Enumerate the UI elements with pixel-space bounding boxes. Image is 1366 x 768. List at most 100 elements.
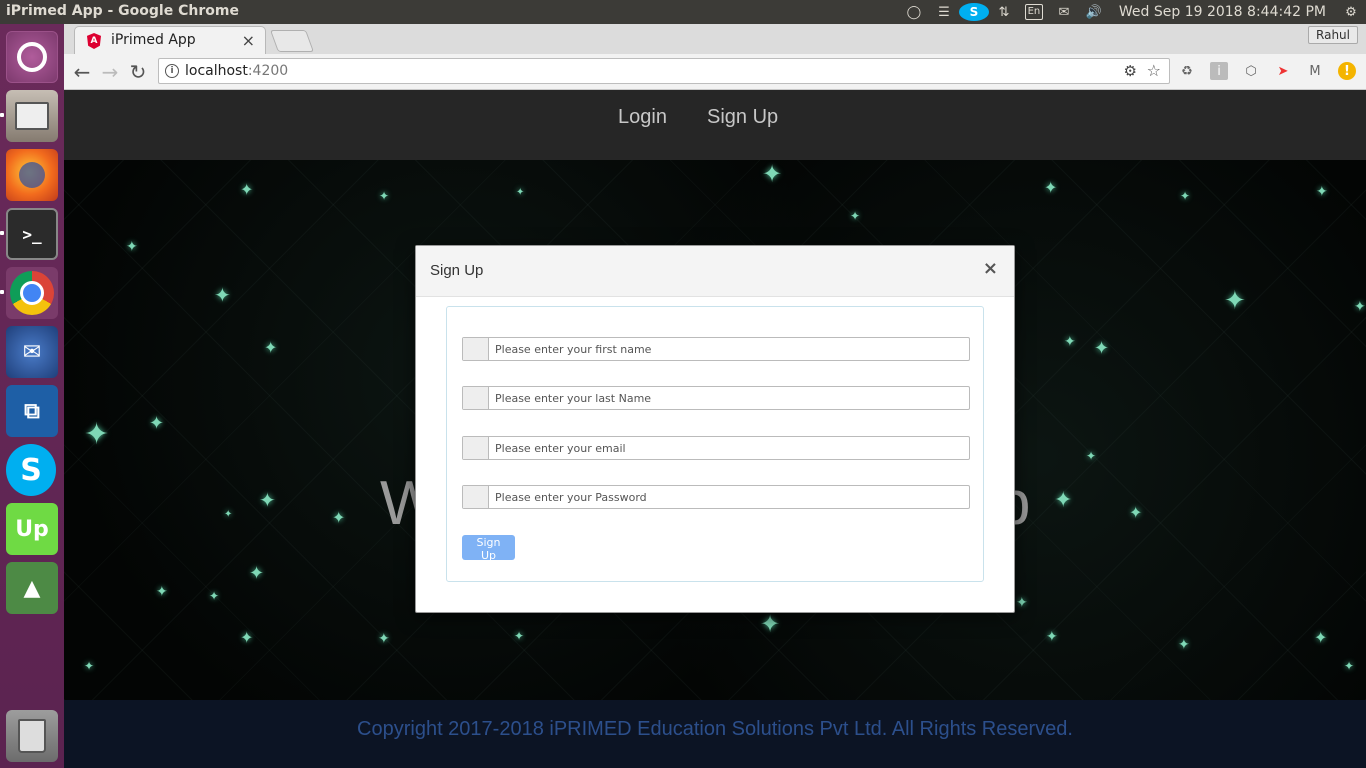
close-icon[interactable]: × xyxy=(983,258,998,279)
tab-title: iPrimed App xyxy=(111,32,196,48)
url-host: localhost xyxy=(185,63,248,79)
star-icon: ✦ xyxy=(214,283,231,307)
firefox-icon[interactable] xyxy=(6,149,58,201)
hexagon-extension-icon[interactable]: ⬡ xyxy=(1242,62,1260,80)
clock[interactable]: Wed Sep 19 2018 8:44:42 PM xyxy=(1109,0,1336,24)
star-icon: ✦ xyxy=(332,508,346,527)
keyboard-layout-indicator[interactable]: En xyxy=(1019,0,1049,24)
reload-icon[interactable]: ↻ xyxy=(126,60,150,84)
input-addon xyxy=(463,338,489,360)
star-icon: ✦ xyxy=(516,187,525,198)
star-icon: ✦ xyxy=(514,629,525,643)
new-tab-button[interactable] xyxy=(269,30,315,52)
settings-gear-icon[interactable]: ⚙ xyxy=(1336,0,1366,24)
tab-close-icon[interactable]: × xyxy=(242,31,255,50)
info-extension-icon[interactable]: i xyxy=(1210,62,1228,80)
address-bar[interactable]: i localhost:4200 ⚙ ☆ xyxy=(158,58,1170,84)
browser-tab[interactable]: A iPrimed App × xyxy=(74,26,266,54)
password-input[interactable] xyxy=(489,486,967,508)
mail-icon[interactable]: ✉ xyxy=(1049,0,1079,24)
files-icon[interactable] xyxy=(6,90,58,142)
star-icon: ✦ xyxy=(1064,334,1076,350)
password-field xyxy=(462,485,970,509)
volume-icon[interactable]: 🔊 xyxy=(1079,0,1109,24)
star-icon: ✦ xyxy=(1178,637,1190,653)
last-name-field xyxy=(462,386,970,410)
firefox-globe-icon xyxy=(19,162,45,188)
ubuntu-dash-icon[interactable] xyxy=(6,31,58,83)
red-extension-icon[interactable]: ➤ xyxy=(1274,62,1292,80)
warning-extension-icon[interactable]: ! xyxy=(1338,62,1356,80)
chrome-center-icon xyxy=(20,281,44,305)
input-addon xyxy=(463,387,489,409)
upwork-icon[interactable]: Up xyxy=(6,503,58,555)
skype-icon[interactable]: S xyxy=(6,444,56,496)
star-icon: ✦ xyxy=(240,628,254,647)
window-title: iPrimed App - Google Chrome xyxy=(6,3,239,19)
nav-login-link[interactable]: Login xyxy=(618,106,667,129)
star-icon: ✦ xyxy=(209,589,220,603)
trash-icon[interactable] xyxy=(6,710,58,762)
nav-signup-link[interactable]: Sign Up xyxy=(707,106,778,129)
signup-modal: Sign Up × Sign Up xyxy=(415,245,1015,613)
copyright-text: Copyright 2017-2018 iPRIMED Education So… xyxy=(357,718,1073,740)
key-icon[interactable]: ⚙ xyxy=(1124,62,1137,80)
url-text[interactable]: localhost:4200 xyxy=(185,63,288,79)
star-icon: ✦ xyxy=(224,509,233,520)
recycle-extension-icon[interactable]: ♻ xyxy=(1178,62,1196,80)
star-icon: ✦ xyxy=(1046,629,1058,645)
signup-form: Sign Up xyxy=(446,306,984,582)
first-name-input[interactable] xyxy=(489,338,967,360)
back-arrow-icon[interactable]: ← xyxy=(70,60,94,84)
star-icon: ✦ xyxy=(1129,503,1143,522)
running-indicator xyxy=(0,231,4,235)
star-icon: ✦ xyxy=(1314,628,1328,647)
trash-can-icon xyxy=(18,719,46,753)
system-top-bar: iPrimed App - Google Chrome ◯ ☰ S ⇅ En ✉… xyxy=(0,0,1366,24)
running-indicator xyxy=(0,113,4,117)
network-icon[interactable]: ⇅ xyxy=(989,0,1019,24)
modal-header: Sign Up × xyxy=(416,246,1014,297)
gmail-extension-icon[interactable]: M xyxy=(1306,62,1324,80)
lightbulb-icon[interactable]: ◯ xyxy=(899,0,929,24)
vscode-icon[interactable]: ⧉ xyxy=(6,385,58,437)
file-cabinet-icon xyxy=(15,102,49,130)
system-tray: ◯ ☰ S ⇅ En ✉ 🔊 Wed Sep 19 2018 8:44:42 P… xyxy=(899,0,1366,24)
star-icon: ✦ xyxy=(850,209,861,223)
site-footer: Copyright 2017-2018 iPRIMED Education So… xyxy=(64,700,1366,768)
star-icon: ✦ xyxy=(240,180,254,199)
thunderbird-icon[interactable]: ✉ xyxy=(6,326,58,378)
last-name-input[interactable] xyxy=(489,387,967,409)
star-icon: ✦ xyxy=(378,631,390,647)
angular-favicon-icon: A xyxy=(87,33,101,49)
star-icon: ✦ xyxy=(762,160,783,188)
star-icon: ✦ xyxy=(379,189,390,203)
bookmark-star-icon[interactable]: ☆ xyxy=(1147,61,1161,80)
ubuntu-logo-icon xyxy=(17,42,47,72)
chrome-icon[interactable] xyxy=(6,267,58,319)
skype-tray-icon[interactable]: S xyxy=(958,0,989,24)
star-icon: ✦ xyxy=(1316,184,1328,200)
star-icon: ✦ xyxy=(259,488,276,512)
star-icon: ✦ xyxy=(264,338,278,357)
signup-submit-button[interactable]: Sign Up xyxy=(462,535,515,562)
forward-arrow-icon[interactable]: → xyxy=(98,60,122,84)
email-input[interactable] xyxy=(489,437,967,459)
profile-button[interactable]: Rahul xyxy=(1308,26,1358,44)
input-addon xyxy=(463,437,489,459)
email-field xyxy=(462,436,970,460)
modal-title: Sign Up xyxy=(430,262,484,279)
browser-toolbar: ← → ↻ i localhost:4200 ⚙ ☆ ♻ i ⬡ ➤ M ! xyxy=(64,54,1366,90)
star-icon: ✦ xyxy=(1016,595,1028,611)
site-navbar: Login Sign Up xyxy=(64,90,1366,160)
star-icon: ✦ xyxy=(1044,178,1058,197)
terminal-icon[interactable]: >_ xyxy=(6,208,58,260)
star-icon: ✦ xyxy=(1354,299,1366,315)
clipboard-icon[interactable]: ☰ xyxy=(929,0,959,24)
star-icon: ✦ xyxy=(1094,338,1110,359)
skype-icon: S xyxy=(958,3,989,21)
running-indicator xyxy=(0,290,4,294)
site-info-icon[interactable]: i xyxy=(165,64,179,78)
star-icon: ✦ xyxy=(760,610,781,638)
rocket-icon[interactable]: ▲ xyxy=(6,562,58,614)
